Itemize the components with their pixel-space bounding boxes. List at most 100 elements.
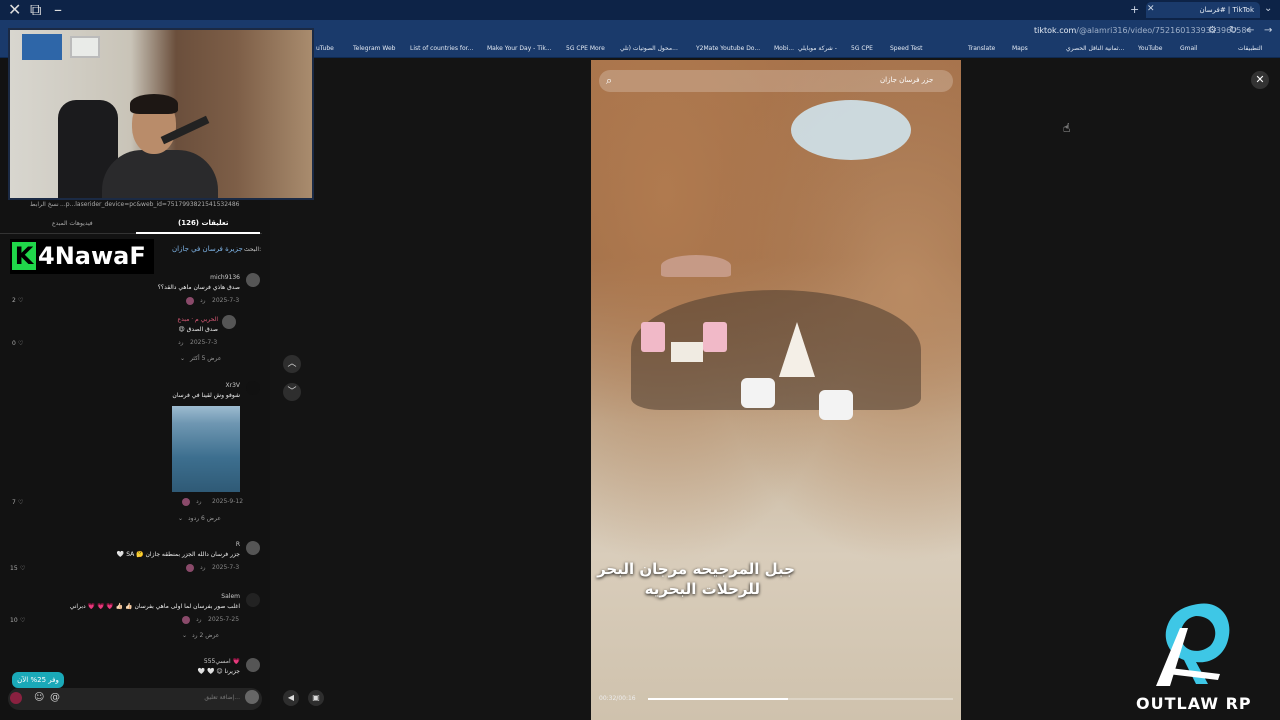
bookmark-item[interactable]: Mobi... xyxy=(774,45,794,52)
streamer xyxy=(102,94,222,198)
heart-icon[interactable]: ♡ xyxy=(18,297,23,304)
bookmark-item[interactable]: 5G CPE xyxy=(851,45,873,52)
view-more-replies[interactable]: عرض 6 ردود xyxy=(188,515,221,522)
bookmark-item[interactable]: محول الصوتيات (تلي... xyxy=(620,45,678,52)
comment-text: اغلب صور بفرسان لما اولى ماهي بفرسان 👍🏻 … xyxy=(69,603,240,610)
bookmark-item[interactable]: Telegram Web xyxy=(353,45,395,52)
chevron-down-icon[interactable]: ⌄ xyxy=(182,632,187,639)
restore-window-icon[interactable]: ⧉ xyxy=(30,0,41,20)
bookmark-item[interactable]: Speed Test xyxy=(890,45,923,52)
comment-date: 2025-7-3 xyxy=(212,564,240,571)
bookmark-item[interactable]: List of countries for... xyxy=(410,45,473,52)
heart-icon[interactable]: ♡ xyxy=(18,499,23,506)
heart-icon[interactable]: ♡ xyxy=(20,565,25,572)
bookmark-item[interactable]: 5G CPE More xyxy=(566,45,605,52)
chevron-down-icon[interactable]: ⌄ xyxy=(180,355,185,362)
mention-icon[interactable]: @ xyxy=(50,692,60,703)
copy-link-label[interactable]: نسخ الرابط xyxy=(30,201,59,208)
picture-in-picture-icon[interactable]: ▣ xyxy=(308,690,324,706)
comment-input[interactable]: إضافة تعليق... xyxy=(140,694,240,701)
avatar[interactable] xyxy=(246,541,260,555)
new-tab-button[interactable]: + xyxy=(1130,3,1139,16)
comment-date: 2025-7-3 xyxy=(212,297,240,304)
avatar xyxy=(245,690,259,704)
volume-icon[interactable]: ◀ xyxy=(283,690,299,706)
comment-date: 2025-7-25 xyxy=(208,616,240,623)
comment-date: 2025-7-3 xyxy=(190,339,218,346)
comment-photo[interactable] xyxy=(172,406,240,492)
webcam-overlay xyxy=(8,28,314,200)
search-icon[interactable]: ⌕ xyxy=(606,74,612,88)
comment-text: صدق هاذي فرسان ماهي دالقد؟؟ xyxy=(157,284,240,291)
streamer-name: 4NawaF xyxy=(38,242,146,270)
search-suggestion-link[interactable]: جزيرة فرسان في جازان xyxy=(172,245,243,253)
comment-username[interactable]: mich9136 xyxy=(200,274,240,281)
avatar[interactable] xyxy=(246,273,260,287)
video-player[interactable] xyxy=(591,60,961,720)
search-label: البحث: xyxy=(244,246,262,253)
creator-liked-icon xyxy=(186,564,194,572)
reply-button[interactable]: رد xyxy=(200,297,206,304)
minimize-window-icon[interactable]: – xyxy=(54,0,62,19)
bookmark-item[interactable]: Translate xyxy=(968,45,995,52)
like-count[interactable]: 10 xyxy=(10,617,18,624)
bookmark-item[interactable]: Maps xyxy=(1012,45,1028,52)
promo-badge[interactable]: وفر 25% الآن xyxy=(12,672,64,688)
avatar[interactable] xyxy=(222,315,236,329)
heart-icon[interactable]: ♡ xyxy=(18,340,23,347)
tab-search-icon[interactable]: ⌄ xyxy=(1264,3,1272,14)
comment-username[interactable]: امسي555 💗 xyxy=(190,658,240,665)
bookmark-item[interactable]: التطبيقات xyxy=(1238,45,1262,52)
chevron-down-icon[interactable]: ⌄ xyxy=(178,515,183,522)
reply-button[interactable]: رد xyxy=(200,564,206,571)
active-tab-indicator xyxy=(136,232,260,234)
previous-video-button[interactable]: ︿ xyxy=(283,355,301,373)
bookmark-item[interactable]: Gmail xyxy=(1180,45,1198,52)
heart-icon[interactable]: ♡ xyxy=(20,617,25,624)
emoji-icon[interactable]: ☺ xyxy=(34,692,44,703)
like-count[interactable]: 15 xyxy=(10,565,18,572)
bookmark-item[interactable]: Y2Mate Youtube Do... xyxy=(696,45,760,52)
avatar[interactable] xyxy=(246,381,260,395)
comment-text: جزيرنا 😊 🤍 🤍 xyxy=(197,668,240,675)
video-search-text[interactable]: جزر فرسان جازان xyxy=(880,76,933,84)
progress-fill xyxy=(648,698,789,700)
bookmark-item[interactable]: ثمانية الناقل الحصري... xyxy=(1066,45,1124,52)
comment-username[interactable]: الحربي م · مبدع xyxy=(150,316,218,323)
bookmark-item[interactable]: شركة موبايلي - xyxy=(798,45,837,52)
video-caption-line1: جبل المرجيحه مرجان البحر xyxy=(597,560,795,578)
reply-button[interactable]: رد xyxy=(196,498,202,505)
like-count[interactable]: 2 xyxy=(12,297,16,304)
avatar[interactable] xyxy=(246,593,260,607)
avatar[interactable] xyxy=(246,658,260,672)
creator-liked-icon xyxy=(186,297,194,305)
back-icon[interactable]: → xyxy=(1264,25,1272,36)
bookmark-item[interactable]: uTube xyxy=(316,45,334,52)
reply-button[interactable]: رد xyxy=(178,339,184,346)
comment-text: جزر فرسان دالله الجزر بمنطقه جازان 🤔 SA … xyxy=(116,551,240,558)
reply-button[interactable]: رد xyxy=(196,616,202,623)
like-count[interactable]: 0 xyxy=(12,340,16,347)
tab-close-icon[interactable]: ✕ xyxy=(1147,4,1155,14)
comment-username[interactable]: R xyxy=(220,541,240,548)
tab-creator-videos[interactable]: فيديوهات المبدع xyxy=(52,220,93,227)
comment-username[interactable]: Salem xyxy=(210,593,240,600)
send-button[interactable] xyxy=(10,692,22,704)
hand-cursor-icon: ☝ xyxy=(1063,121,1071,135)
bookmark-item[interactable]: Make Your Day - Tik... xyxy=(487,45,552,52)
bookmark-item[interactable]: YouTube xyxy=(1138,45,1162,52)
share-url-text: ...p...laserider_device=pc&web_id=751799… xyxy=(60,201,240,208)
comment-username[interactable]: Xr3V xyxy=(200,382,241,389)
close-video-button[interactable]: ✕ xyxy=(1251,71,1269,89)
close-window-icon[interactable]: ✕ xyxy=(8,0,21,19)
url-text[interactable]: tiktok.com/@alamri316/video/752160133932… xyxy=(1034,26,1252,35)
tab-tiktok[interactable]: TikTok | #فرسان xyxy=(1146,2,1260,18)
creator-liked-icon xyxy=(182,616,190,624)
view-more-replies[interactable]: عرض 2 رد xyxy=(192,632,219,639)
tab-comments[interactable]: (126) تعليقات xyxy=(178,219,228,227)
view-more-replies[interactable]: عرض 5 أكثر xyxy=(190,355,221,362)
creator-liked-icon xyxy=(182,498,190,506)
next-video-button[interactable]: ﹀ xyxy=(283,383,301,401)
comment-text: صدق الصدق 😍 xyxy=(178,326,218,333)
like-count[interactable]: 7 xyxy=(12,499,16,506)
